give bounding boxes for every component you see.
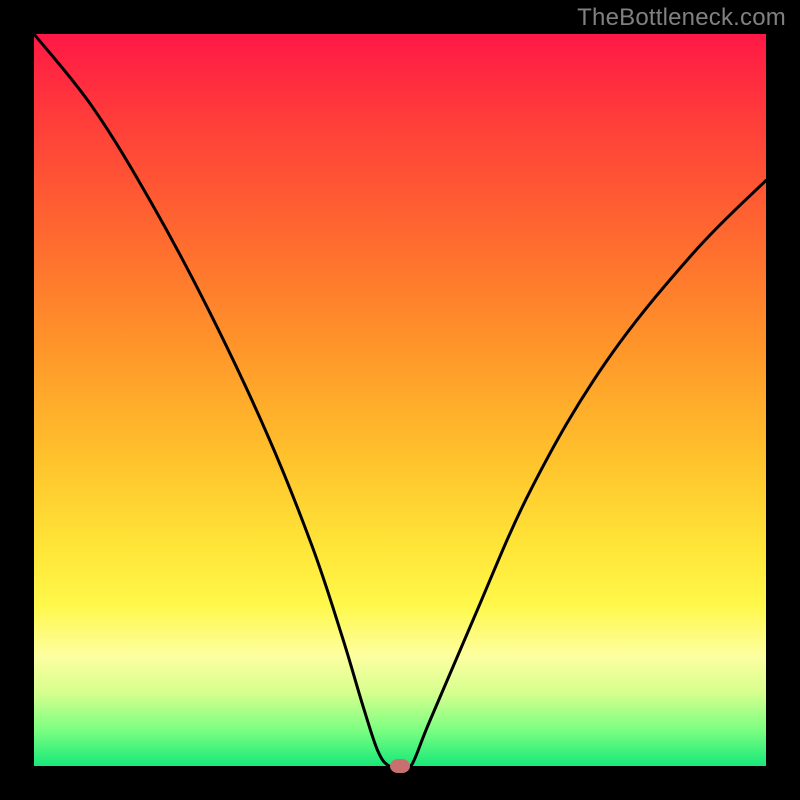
minimum-marker (390, 759, 410, 773)
bottleneck-curve (34, 34, 766, 770)
curve-svg (34, 34, 766, 766)
plot-area (34, 34, 766, 766)
watermark-text: TheBottleneck.com (577, 4, 786, 32)
chart-frame: TheBottleneck.com (0, 0, 800, 800)
